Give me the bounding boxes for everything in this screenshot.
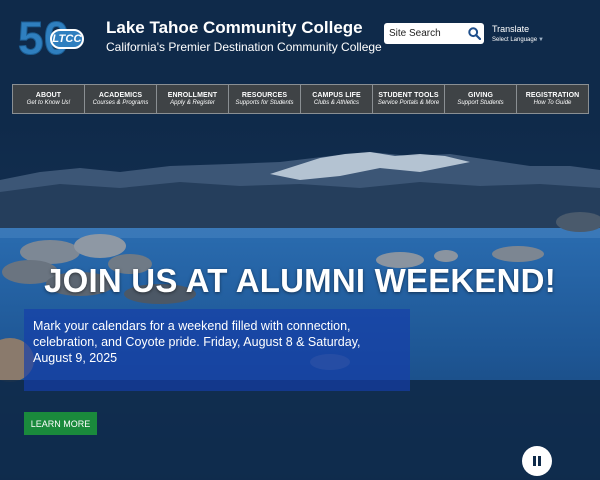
nav-sublabel: Support Students	[457, 100, 504, 106]
nav-item-student-tools[interactable]: STUDENT TOOLS Service Portals & More	[373, 85, 445, 113]
nav-label: STUDENT TOOLS	[378, 92, 439, 99]
nav-label: ACADEMICS	[98, 92, 143, 99]
nav-item-academics[interactable]: ACADEMICS Courses & Programs	[85, 85, 157, 113]
learn-more-button[interactable]: LEARN MORE	[24, 412, 97, 435]
nav-sublabel: How To Guide	[533, 100, 572, 106]
search-icon[interactable]	[465, 25, 483, 43]
dropdown-arrow-icon: ▼	[538, 37, 544, 43]
hero-description: Mark your calendars for a weekend filled…	[33, 319, 361, 365]
nav-label: CAMPUS LIFE	[312, 92, 361, 99]
nav-sublabel: Get to Know Us!	[26, 100, 71, 106]
ltcc-50-logo[interactable]: 50 LTCC	[18, 12, 86, 65]
language-select[interactable]: Select Language ▼	[492, 37, 544, 43]
translate-label: Translate	[492, 24, 530, 34]
pause-button[interactable]	[522, 446, 552, 476]
nav-sublabel: Clubs & Athletics	[313, 100, 360, 106]
college-tagline: California's Premier Destination Communi…	[106, 40, 382, 54]
pause-icon	[533, 456, 541, 466]
nav-item-about[interactable]: ABOUT Get to Know Us!	[13, 85, 85, 113]
nav-item-campus-life[interactable]: CAMPUS LIFE Clubs & Athletics	[301, 85, 373, 113]
nav-item-enrollment[interactable]: ENROLLMENT Apply & Register	[157, 85, 229, 113]
language-select-label: Select Language	[492, 37, 538, 43]
nav-sublabel: Courses & Programs	[92, 100, 149, 106]
nav-sublabel: Service Portals & More	[377, 100, 440, 106]
nav-label: RESOURCES	[241, 92, 288, 99]
nav-label: REGISTRATION	[525, 92, 580, 99]
college-name[interactable]: Lake Tahoe Community College	[106, 18, 363, 38]
nav-label: GIVING	[467, 92, 494, 99]
site-search	[384, 23, 484, 44]
nav-label: ENROLLMENT	[167, 92, 218, 99]
logo-badge: LTCC	[50, 29, 84, 49]
search-input[interactable]	[389, 28, 465, 39]
nav-item-resources[interactable]: RESOURCES Supports for Students	[229, 85, 301, 113]
nav-sublabel: Apply & Register	[170, 100, 215, 106]
hero-slider: JOIN US AT ALUMNI WEEKEND! Mark your cal…	[0, 122, 600, 480]
nav-item-giving[interactable]: GIVING Support Students	[445, 85, 517, 113]
hero-text-panel: Mark your calendars for a weekend filled…	[24, 309, 410, 391]
nav-sublabel: Supports for Students	[235, 100, 294, 106]
site-header: 50 LTCC Lake Tahoe Community College Cal…	[0, 0, 600, 78]
nav-item-registration[interactable]: REGISTRATION How To Guide	[517, 85, 588, 113]
hero-title: JOIN US AT ALUMNI WEEKEND!	[44, 262, 556, 299]
nav-label: ABOUT	[35, 92, 62, 99]
main-nav: ABOUT Get to Know Us! ACADEMICS Courses …	[12, 84, 589, 114]
